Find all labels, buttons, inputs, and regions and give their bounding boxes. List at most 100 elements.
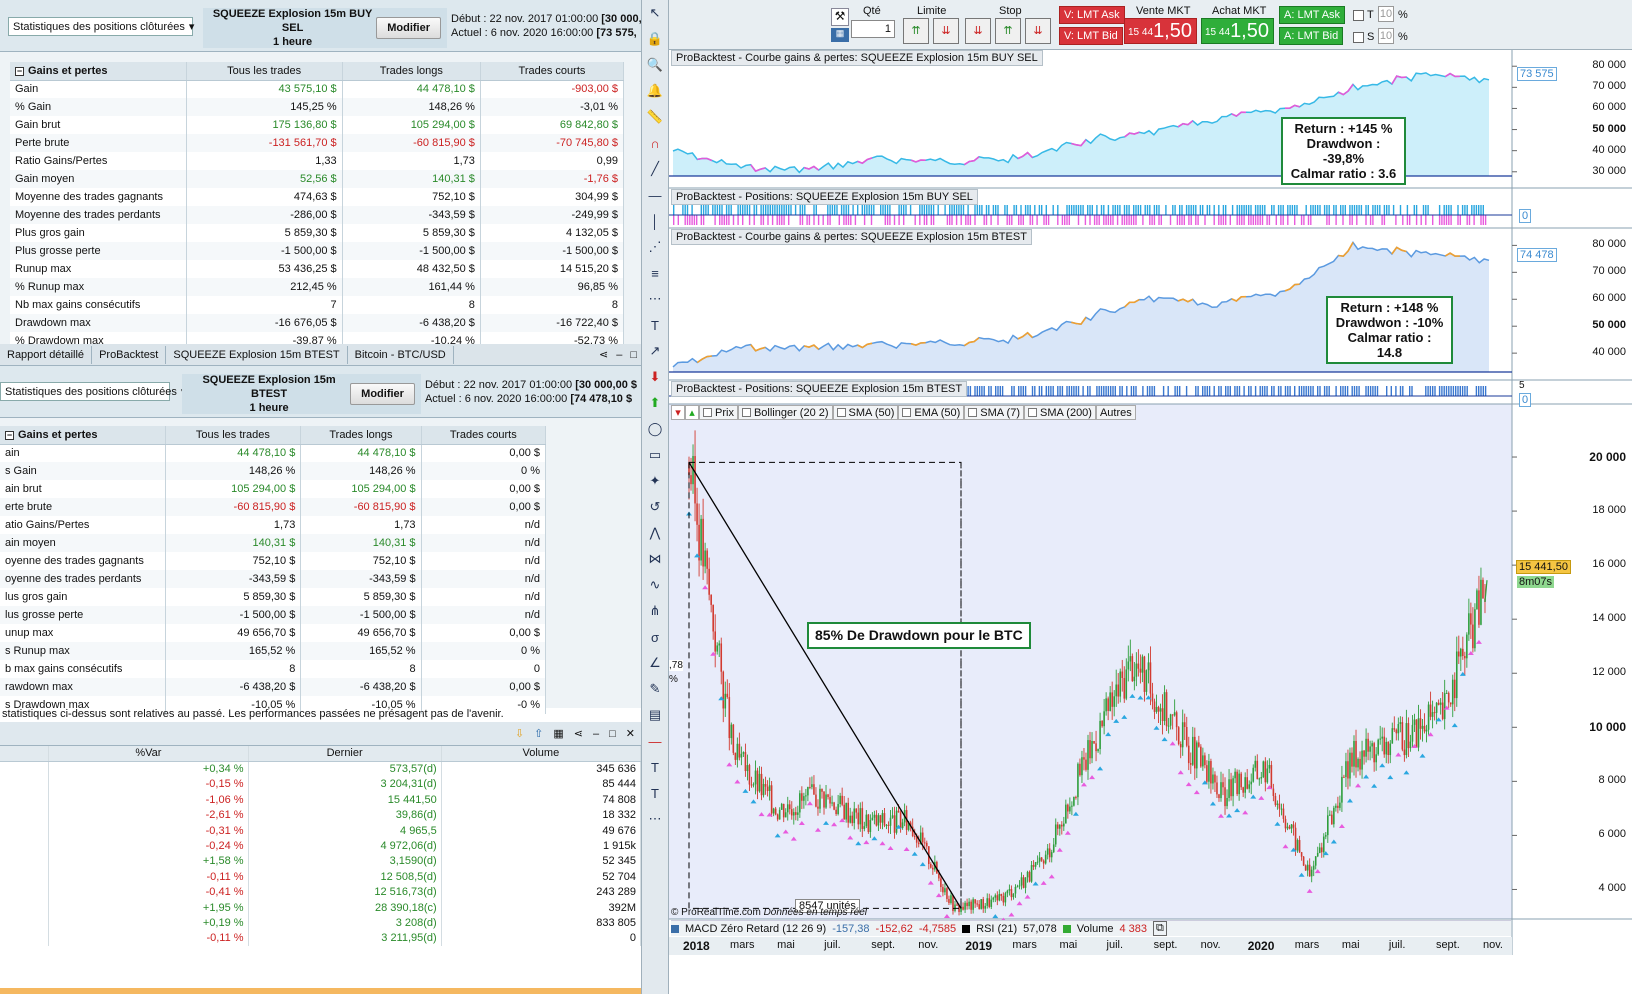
stats-type-select-2[interactable]: Statistiques des positions clôturées ▾ bbox=[0, 382, 186, 401]
zoom-out-icon[interactable]: ▾ bbox=[671, 405, 685, 420]
limit-buy-button[interactable]: ⇈ bbox=[903, 18, 929, 44]
limit-sell-button[interactable]: ⇊ bbox=[933, 18, 959, 44]
wl-header-2[interactable]: Dernier bbox=[248, 746, 442, 762]
a-lmt-ask-button[interactable]: A: LMT Ask bbox=[1279, 6, 1346, 24]
macd-label[interactable]: MACD Zéro Retard (12 26 9) bbox=[685, 923, 826, 935]
v-lmt-bid-button[interactable]: V: LMT Bid bbox=[1059, 27, 1123, 45]
text-box-icon[interactable]: T bbox=[644, 756, 666, 778]
share-icon[interactable]: ⋖ bbox=[574, 727, 583, 740]
modify-button-2[interactable]: Modifier bbox=[350, 383, 415, 405]
maximize-icon[interactable]: □ bbox=[626, 349, 641, 361]
pencil-icon[interactable]: ✎ bbox=[644, 678, 666, 700]
report-tab-3[interactable]: Bitcoin - BTC/USD bbox=[348, 345, 454, 364]
collapse-icon[interactable]: − bbox=[5, 430, 14, 440]
arrow-icon[interactable]: ↗ bbox=[644, 340, 666, 362]
gann-icon[interactable]: ⋈ bbox=[644, 548, 666, 570]
minimize-icon[interactable]: – bbox=[593, 728, 599, 740]
modify-button[interactable]: Modifier bbox=[376, 17, 441, 39]
ellipse-icon[interactable]: ◯ bbox=[644, 418, 666, 440]
indicator-checkbox[interactable] bbox=[703, 408, 712, 417]
s-input[interactable]: 10 bbox=[1378, 28, 1394, 44]
stop-sell-button[interactable]: ⇈ bbox=[995, 18, 1021, 44]
indicator-checkbox[interactable] bbox=[968, 408, 978, 417]
sort-down-icon[interactable]: ⇩ bbox=[515, 727, 524, 740]
wl-header-3[interactable]: Volume bbox=[441, 746, 641, 762]
indicator-checkbox[interactable] bbox=[741, 408, 751, 417]
zoom-icon[interactable]: 🔍 bbox=[644, 54, 666, 76]
indicator-5[interactable]: SMA (200) bbox=[1024, 405, 1096, 420]
down-arrow-icon[interactable]: ⬇ bbox=[644, 366, 666, 388]
zoom-in-icon[interactable]: ▴ bbox=[685, 405, 699, 420]
star-icon[interactable]: ✦ bbox=[644, 470, 666, 492]
rsi-label[interactable]: RSI (21) bbox=[976, 923, 1017, 935]
keypad-icon[interactable]: ▦ bbox=[831, 28, 849, 42]
sigma-icon[interactable]: σ bbox=[644, 626, 666, 648]
pitchfork-icon[interactable]: ⋔ bbox=[644, 600, 666, 622]
v-lmt-ask-button[interactable]: V: LMT Ask bbox=[1059, 6, 1125, 24]
sort-up-icon[interactable]: ⇧ bbox=[534, 727, 543, 740]
more-tools-icon[interactable]: ⋯ bbox=[644, 808, 666, 830]
report-tab-2[interactable]: SQUEEZE Explosion 15m BTEST bbox=[166, 345, 348, 364]
watchlist-row[interactable]: -0,11 % 12 508,5(d) 52 704 bbox=[0, 869, 641, 885]
horizontal-line-icon[interactable]: — bbox=[644, 184, 666, 206]
vertical-line-icon[interactable]: │ bbox=[644, 210, 666, 232]
angle-icon[interactable]: ∠ bbox=[644, 652, 666, 674]
indicator-3[interactable]: EMA (50) bbox=[898, 405, 965, 420]
fib-fan-icon[interactable]: ⋀ bbox=[644, 522, 666, 544]
t-checkbox[interactable] bbox=[1353, 10, 1364, 21]
red-line-icon[interactable]: — bbox=[644, 730, 666, 752]
text-box-2-icon[interactable]: T bbox=[644, 782, 666, 804]
wave-icon[interactable]: ∿ bbox=[644, 574, 666, 596]
share-icon[interactable]: ⋖ bbox=[595, 348, 612, 361]
stop-buy-button[interactable]: ⇊ bbox=[965, 18, 991, 44]
watchlist-row[interactable]: +1,95 % 28 390,18(c) 392M bbox=[0, 899, 641, 916]
wrench-icon[interactable]: ⚒ bbox=[831, 8, 849, 26]
fibonacci-icon[interactable]: ≡ bbox=[644, 262, 666, 284]
a-lmt-bid-button[interactable]: A: LMT Bid bbox=[1279, 27, 1344, 45]
indicator-checkbox[interactable] bbox=[1028, 408, 1037, 417]
watchlist-row[interactable]: -1,06 % 15 441,50 74 808 bbox=[0, 792, 641, 808]
qty-input[interactable]: 1 bbox=[851, 20, 895, 38]
volume-label[interactable]: Volume bbox=[1077, 923, 1114, 935]
watchlist-row[interactable]: -0,24 % 4 972,06(d) 1 915k bbox=[0, 838, 641, 854]
lock-icon[interactable]: 🔒 bbox=[644, 28, 666, 50]
watchlist-row[interactable]: -0,41 % 12 516,73(d) 243 289 bbox=[0, 884, 641, 900]
chart-area[interactable]: ProBacktest - Courbe gains & pertes: SQU… bbox=[669, 50, 1632, 994]
trend-icon[interactable]: ⋯ bbox=[644, 288, 666, 310]
indicator-6[interactable]: Autres bbox=[1095, 405, 1136, 420]
rectangle-icon[interactable]: ▭ bbox=[644, 444, 666, 466]
indicator-4[interactable]: SMA (7) bbox=[964, 405, 1024, 420]
indicator-0[interactable]: Prix bbox=[699, 405, 738, 420]
close-icon[interactable]: ✕ bbox=[626, 727, 635, 740]
line-icon[interactable]: ╱ bbox=[644, 158, 666, 180]
wl-header-1[interactable]: %Var bbox=[48, 746, 249, 762]
magnet-icon[interactable]: ∩ bbox=[644, 132, 666, 154]
vente-mkt-button[interactable]: 15 44 1,50 bbox=[1124, 18, 1197, 44]
indicator-checkbox[interactable] bbox=[836, 408, 846, 417]
ruler-icon[interactable]: 📏 bbox=[644, 106, 666, 128]
highlighter-icon[interactable]: ▤ bbox=[644, 704, 666, 726]
cycle-icon[interactable]: ↺ bbox=[644, 496, 666, 518]
up-arrow-icon[interactable]: ⬆ bbox=[644, 392, 666, 414]
layout-icon[interactable]: ▦ bbox=[553, 727, 563, 740]
t-input[interactable]: 10 bbox=[1378, 6, 1394, 22]
indicator-2[interactable]: SMA (50) bbox=[832, 405, 899, 420]
alert-bell-icon[interactable]: 🔔 bbox=[644, 80, 666, 102]
indicator-1[interactable]: Bollinger (20 2) bbox=[737, 405, 833, 420]
stats-type-select[interactable]: Statistiques des positions clôturées ▾ bbox=[8, 17, 194, 36]
watchlist-row[interactable]: -0,15 % 3 204,31(d) 85 444 bbox=[0, 776, 641, 793]
watchlist-row[interactable]: +0,19 % 3 208(d) 833 805 bbox=[0, 915, 641, 931]
report-tab-1[interactable]: ProBacktest bbox=[92, 345, 167, 364]
watchlist-row[interactable]: +0,34 % 573,57(d) 345 636 bbox=[0, 761, 641, 777]
achat-mkt-button[interactable]: 15 44 1,50 bbox=[1201, 18, 1274, 44]
text-icon[interactable]: T bbox=[644, 314, 666, 336]
watchlist-row[interactable]: -2,61 % 39,86(d) 18 332 bbox=[0, 807, 641, 823]
watchlist-row[interactable]: -0,31 % 4 965,5 49 676 bbox=[0, 822, 641, 839]
s-checkbox[interactable] bbox=[1353, 32, 1364, 43]
pointer-icon[interactable]: ↖ bbox=[644, 2, 666, 24]
minimize-icon[interactable]: – bbox=[612, 349, 626, 361]
report-tab-0[interactable]: Rapport détaillé bbox=[0, 345, 93, 364]
collapse-icon[interactable]: − bbox=[15, 66, 24, 76]
watchlist-row[interactable]: -0,11 % 3 211,95(d) 0 bbox=[0, 930, 641, 947]
watchlist-row[interactable]: +1,58 % 3,1590(d) 52 345 bbox=[0, 853, 641, 870]
